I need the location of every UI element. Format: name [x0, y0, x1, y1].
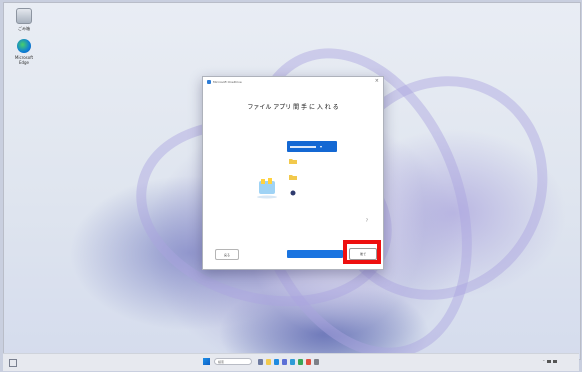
- desktop-icon-edge[interactable]: Microsoft Edge: [10, 39, 38, 65]
- desktop-icon-recycle-bin[interactable]: ごみ箱: [10, 8, 38, 32]
- desktop-icon-label: ごみ箱: [18, 26, 30, 31]
- explorer-icon[interactable]: [266, 358, 271, 365]
- taskbar: 検索 ^: [3, 353, 579, 371]
- dialog-title: ファイル アプリ 間 手 に 入 れ る: [247, 104, 339, 111]
- taskbar-center: 検索: [203, 358, 322, 365]
- folder-item[interactable]: [287, 170, 337, 184]
- wifi-icon[interactable]: [547, 359, 551, 363]
- close-button[interactable]: ×: [375, 78, 379, 84]
- chrome-icon[interactable]: [306, 358, 311, 365]
- desktop-icon-label: Microsoft Edge: [14, 55, 34, 65]
- folder-item[interactable]: [287, 154, 337, 168]
- folder-icon: [289, 175, 297, 180]
- folder-selection-dropdown[interactable]: ▾: [287, 141, 337, 152]
- folder-selection-panel: ▾: [287, 141, 337, 211]
- settings-icon[interactable]: [314, 358, 319, 365]
- mail-icon[interactable]: [290, 358, 295, 365]
- search-placeholder: 検索: [218, 359, 225, 364]
- tray-chevron-icon[interactable]: ^: [542, 359, 545, 363]
- folder-header-placeholder: [290, 145, 316, 148]
- dialog-app-name: Microsoft OneDrive: [213, 79, 242, 84]
- onedrive-icon: [207, 79, 211, 84]
- system-tray[interactable]: ^: [542, 359, 557, 363]
- start-backup-button[interactable]: [287, 250, 343, 258]
- photos-icon[interactable]: [298, 358, 303, 365]
- help-icon[interactable]: ?: [366, 218, 368, 223]
- edge-icon[interactable]: [274, 358, 279, 365]
- edge-icon: [17, 39, 31, 53]
- folder-item[interactable]: [287, 186, 337, 200]
- volume-icon[interactable]: [553, 359, 557, 363]
- start-button[interactable]: [203, 358, 210, 365]
- dialog-titlebar: Microsoft OneDrive ×: [203, 77, 383, 86]
- highlight-box: [343, 240, 381, 264]
- folder-icon: [289, 159, 297, 164]
- store-icon[interactable]: [282, 358, 287, 365]
- device-icon: [290, 190, 296, 196]
- taskbar-search[interactable]: 検索: [214, 358, 252, 365]
- task-view-icon[interactable]: [258, 358, 263, 365]
- cloud-backup-icon: [257, 178, 277, 199]
- chevron-down-icon: ▾: [320, 144, 323, 149]
- widgets-icon[interactable]: [9, 359, 17, 367]
- recycle-bin-icon: [16, 8, 32, 24]
- back-button[interactable]: 戻る: [215, 249, 239, 260]
